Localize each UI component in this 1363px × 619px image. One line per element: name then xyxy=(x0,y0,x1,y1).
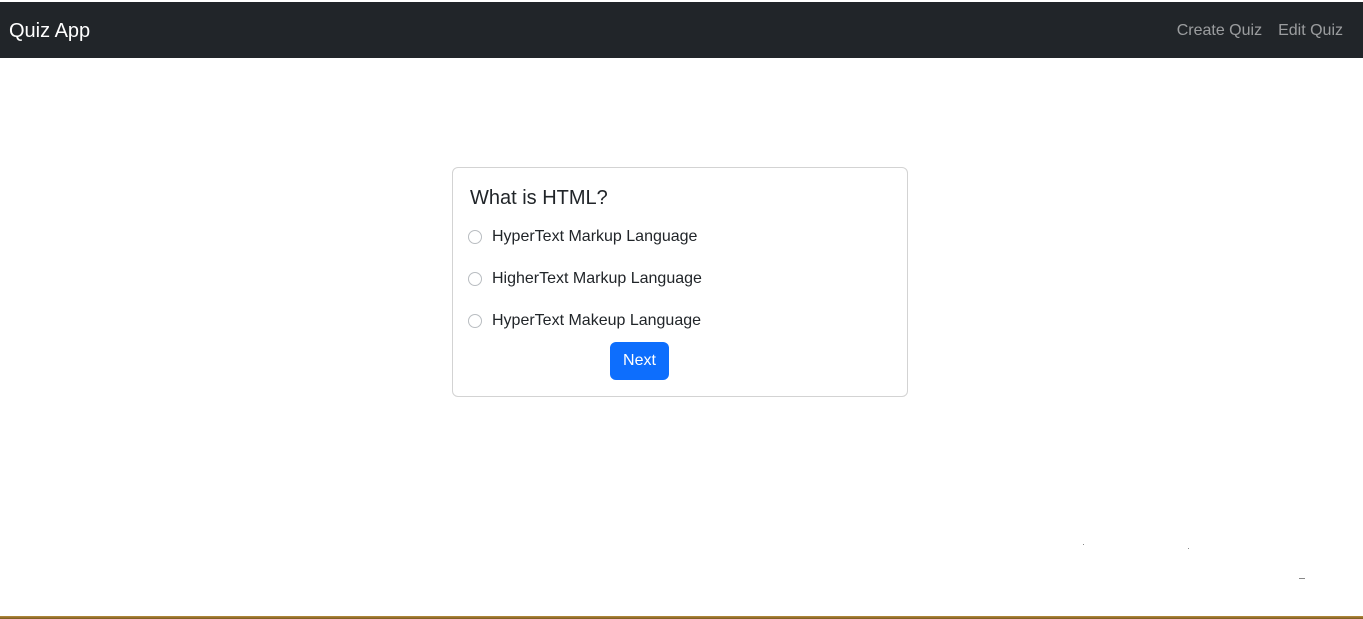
artifact-dot xyxy=(1083,544,1084,545)
nav-link-create-quiz[interactable]: Create Quiz xyxy=(1177,21,1262,41)
radio-button[interactable] xyxy=(468,230,482,244)
navbar: Quiz App Create Quiz Edit Quiz xyxy=(0,2,1363,58)
page: Quiz App Create Quiz Edit Quiz What is H… xyxy=(0,0,1363,619)
question-title: What is HTML? xyxy=(470,187,608,209)
radio-button[interactable] xyxy=(468,314,482,328)
answer-option-1[interactable]: HyperText Markup Language xyxy=(468,227,697,247)
artifact-dot xyxy=(1188,548,1189,549)
answer-option-2[interactable]: HigherText Markup Language xyxy=(468,269,702,289)
quiz-card: What is HTML? HyperText Markup Language … xyxy=(452,167,908,397)
answer-label: HyperText Markup Language xyxy=(492,228,698,245)
answer-label: HigherText Markup Language xyxy=(492,270,702,287)
radio-button[interactable] xyxy=(468,272,482,286)
next-button[interactable]: Next xyxy=(610,342,669,380)
navbar-links: Create Quiz Edit Quiz xyxy=(1177,21,1343,41)
navbar-brand[interactable]: Quiz App xyxy=(9,19,90,43)
nav-link-edit-quiz[interactable]: Edit Quiz xyxy=(1278,21,1343,41)
artifact-dot xyxy=(1299,578,1305,579)
answer-label: HyperText Makeup Language xyxy=(492,312,702,329)
answer-option-3[interactable]: HyperText Makeup Language xyxy=(468,311,701,331)
